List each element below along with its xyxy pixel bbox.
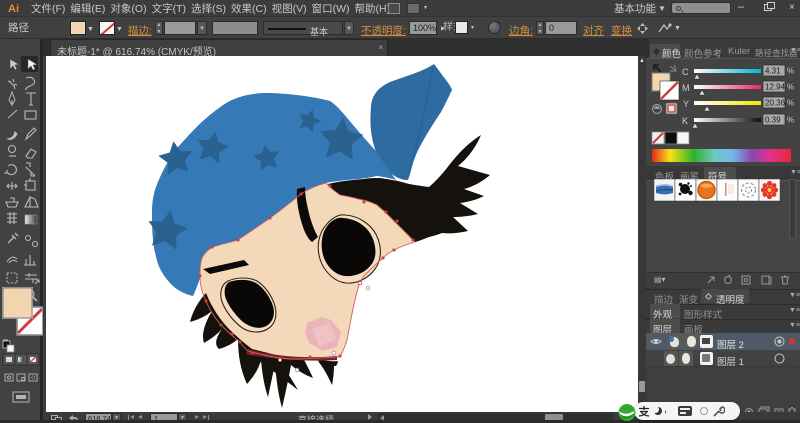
svg-text:12.94: 12.94 — [765, 83, 786, 92]
svg-text:M: M — [682, 83, 690, 93]
svg-text:K: K — [682, 116, 688, 126]
svg-text:%: % — [787, 116, 794, 125]
svg-text:%: % — [787, 99, 794, 108]
svg-text:Y: Y — [683, 99, 689, 109]
svg-text:%: % — [787, 67, 794, 76]
svg-text:C: C — [682, 67, 689, 77]
svg-text:4.31: 4.31 — [765, 67, 781, 76]
svg-text:0.39: 0.39 — [765, 116, 781, 125]
svg-text:20.36: 20.36 — [765, 99, 786, 108]
svg-text:%: % — [787, 83, 794, 92]
